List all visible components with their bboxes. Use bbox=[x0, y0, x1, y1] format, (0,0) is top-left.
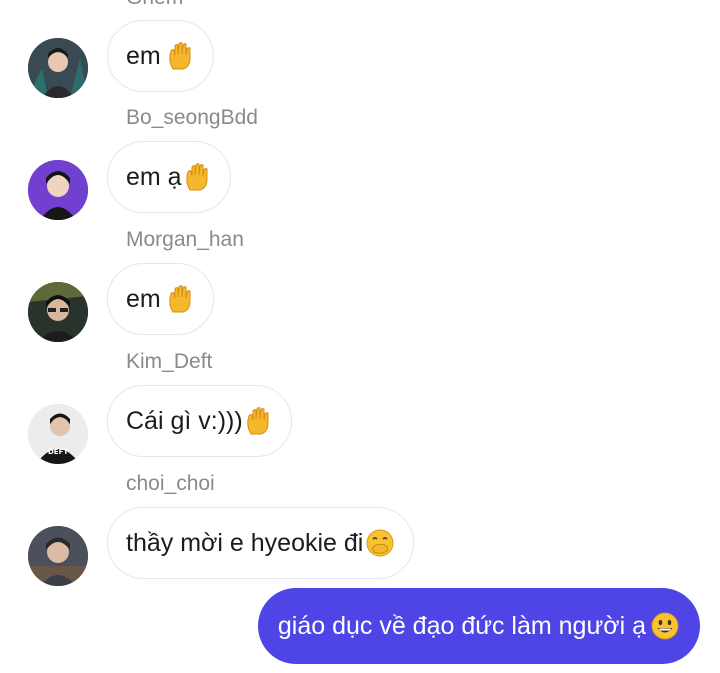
avatar[interactable] bbox=[28, 160, 88, 220]
sender-name: Kim_Deft bbox=[126, 350, 213, 373]
message-bubble[interactable]: em bbox=[107, 20, 214, 92]
sender-name: Morgan_han bbox=[126, 228, 244, 251]
message-text: Cái gì v:))) bbox=[126, 406, 243, 435]
avatar[interactable] bbox=[28, 526, 88, 586]
message-text: thầy mời e hyeokie đi bbox=[126, 528, 364, 557]
avatar-badge-text: DEFT bbox=[48, 448, 68, 456]
message-bubble[interactable]: Cái gì v:))) bbox=[107, 385, 292, 457]
message-text: em bbox=[126, 284, 161, 313]
message-bubble[interactable]: em ạ bbox=[107, 141, 231, 213]
smiling-face-icon bbox=[650, 611, 680, 641]
message-bubble[interactable]: thầy mời e hyeokie đi bbox=[107, 507, 415, 579]
avatar[interactable] bbox=[28, 38, 88, 98]
sender-name-cut: Ghem bbox=[126, 0, 183, 10]
raised-hand-icon bbox=[184, 162, 212, 192]
avatar[interactable]: DEFT bbox=[28, 404, 88, 464]
own-message-text: giáo dục về đạo đức làm người ạ bbox=[277, 611, 646, 640]
avatar[interactable] bbox=[28, 282, 88, 342]
own-message-bubble[interactable]: giáo dục về đạo đức làm người ạ bbox=[257, 588, 700, 664]
message-text: em ạ bbox=[126, 162, 182, 191]
message-text: em bbox=[126, 41, 161, 70]
sender-name: choi_choi bbox=[126, 472, 215, 495]
message-bubble[interactable]: em bbox=[107, 263, 214, 335]
sender-name: Bo_seongBdd bbox=[126, 106, 258, 129]
face-with-hand-over-mouth-icon bbox=[365, 528, 395, 558]
raised-hand-icon bbox=[167, 41, 195, 71]
raised-hand-icon bbox=[245, 406, 273, 436]
raised-hand-icon bbox=[167, 284, 195, 314]
